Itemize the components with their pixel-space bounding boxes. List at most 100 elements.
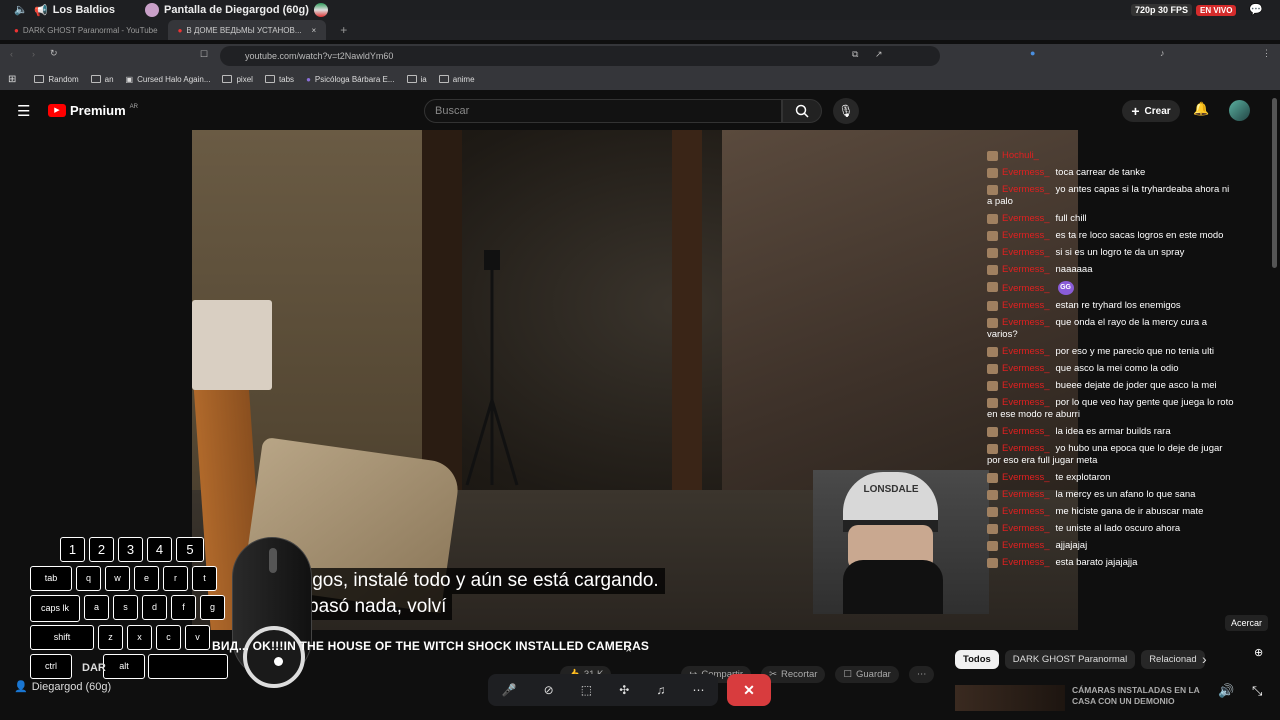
more-icon[interactable]: ⋯ (692, 683, 704, 697)
avatar[interactable] (1229, 100, 1250, 121)
search-button[interactable] (782, 99, 822, 123)
user-badge-icon (987, 524, 998, 534)
chat-bubble-icon[interactable]: 💬 (1249, 3, 1263, 16)
close-icon[interactable]: × (312, 26, 317, 35)
chat-username[interactable]: Evermess_ (1002, 523, 1050, 534)
chat-username[interactable]: Evermess_ (1002, 230, 1050, 241)
chat-username[interactable]: Evermess_ (1002, 506, 1050, 517)
chat-username[interactable]: Evermess_ (1002, 363, 1050, 374)
bookmark-psicologa[interactable]: ● Psicóloga Bárbara E... (306, 75, 394, 84)
create-button[interactable]: + Crear (1122, 100, 1180, 122)
bookmark-ia[interactable]: ia (406, 75, 427, 84)
chip-related[interactable]: Relacionad (1141, 650, 1205, 669)
menu-icon[interactable]: ⋮ (1262, 48, 1271, 59)
chat-username[interactable]: Evermess_ (1002, 380, 1050, 391)
screen-share-icon[interactable]: ⬚ (581, 683, 592, 697)
megaphone-icon: 📢 (34, 4, 48, 17)
chat-text: esta barato jajajajja (1055, 557, 1138, 568)
chat-username[interactable]: Evermess_ (1002, 167, 1050, 178)
browser-tabs: ● DARK GHOST Paranormal - YouTube ● В ДОМЕ… (0, 20, 1280, 40)
open-external-icon[interactable]: ⧉ (852, 49, 858, 60)
video-title: ВИД... OK!!!IN THE HOUSE OF THE WITCH SH… (212, 639, 650, 653)
related-video-title: CÁMARAS INSTALADAS EN LA CASA CON UN DEM… (1072, 685, 1200, 706)
key-tab: tab (30, 566, 72, 591)
chat-username[interactable]: Evermess_ (1002, 184, 1050, 195)
speaker-icon[interactable]: 🔈 (14, 3, 28, 16)
voice-search-button[interactable]: 🎙 (833, 98, 859, 124)
soundboard-icon[interactable]: ♫ (656, 683, 665, 697)
chat-text: toca carrear de tanke (1055, 167, 1146, 178)
bookmark-tabs[interactable]: tabs (264, 75, 294, 84)
chat-username[interactable]: Evermess_ (1002, 317, 1050, 328)
chevron-up-icon[interactable]: ⌃ (624, 647, 633, 660)
hamburger-menu-icon[interactable]: ☰ (17, 102, 30, 120)
key-q: q (76, 566, 101, 591)
bookmark-pixel[interactable]: pixel (222, 75, 253, 84)
search-input[interactable]: Buscar (424, 99, 782, 123)
chat-username[interactable]: Evermess_ (1002, 557, 1050, 568)
save-button[interactable]: ☐ Guardar (835, 666, 899, 683)
fullscreen-icon[interactable]: ⤡ (1252, 683, 1262, 699)
key-g: g (200, 595, 225, 620)
notifications-bell-icon[interactable]: 🔔 (1193, 101, 1209, 117)
bookmark-an[interactable]: an (90, 75, 114, 84)
scrollbar[interactable] (1272, 98, 1277, 268)
reload-icon[interactable]: ↻ (50, 48, 58, 59)
zoom-icon[interactable]: ⊕ (1254, 646, 1263, 659)
chip-all[interactable]: Todos (955, 650, 999, 669)
bookmark-cursed-halo[interactable]: ▣ Cursed Halo Again... (126, 75, 211, 84)
chat-username[interactable]: Evermess_ (1002, 443, 1050, 454)
user-badge-icon (987, 282, 998, 292)
end-call-button[interactable]: ✕ (727, 674, 771, 706)
music-icon[interactable]: ♪ (1160, 48, 1165, 58)
chat-message: Evermess_ bueee dejate de joder que asco … (984, 380, 1234, 392)
related-video[interactable]: CÁMARAS INSTALADAS EN LA CASA CON UN DEM… (955, 683, 1215, 713)
chat-message: Hochuli_ (984, 150, 1234, 162)
user-badge-icon (987, 364, 998, 374)
forward-icon[interactable]: › (32, 49, 35, 59)
tab-witch-house[interactable]: ● В ДОМЕ ВЕДЬМЫ УСТАНОВ... × (167, 20, 327, 40)
url-field[interactable]: youtube.com/watch?v=t2NawldYm60 (220, 46, 940, 66)
chevron-right-icon[interactable]: › (1202, 651, 1207, 667)
activities-icon[interactable]: ✣ (619, 683, 629, 697)
chat-username[interactable]: Evermess_ (1002, 426, 1050, 437)
microphone-icon[interactable]: 🎤 (502, 683, 517, 697)
chat-text: te explotaron (1055, 472, 1111, 483)
new-tab-icon[interactable]: + (340, 23, 347, 37)
extension-icon[interactable]: ● (1030, 48, 1035, 58)
chat-text: te uniste al lado oscuro ahora (1055, 523, 1181, 534)
share-icon[interactable]: ↗ (875, 49, 883, 60)
chat-username[interactable]: Evermess_ (1002, 489, 1050, 500)
apps-icon[interactable]: ⊞ (8, 74, 16, 85)
chat-username[interactable]: Evermess_ (1002, 300, 1050, 311)
folder-icon (222, 75, 233, 83)
chat-username[interactable]: Evermess_ (1002, 472, 1050, 483)
chat-username[interactable]: Evermess_ (1002, 247, 1050, 258)
chat-message: Evermess_ si si es un logro te da un spra… (984, 247, 1234, 259)
chat-username[interactable]: Evermess_ (1002, 283, 1050, 294)
chat-username[interactable]: Hochuli_ (1002, 150, 1039, 161)
bookmark-random[interactable]: Random (34, 75, 79, 84)
chat-text: estan re tryhard los enemigos (1055, 300, 1181, 311)
bookmark-anime[interactable]: anime (438, 75, 475, 84)
volume-icon[interactable]: 🔊 (1218, 683, 1234, 699)
chat-username[interactable]: Evermess_ (1002, 540, 1050, 551)
more-icon: ⋯ (916, 669, 927, 680)
user-icon: 👤 (14, 681, 28, 693)
chat-username[interactable]: Evermess_ (1002, 213, 1050, 224)
chat-username[interactable]: Evermess_ (1002, 264, 1050, 275)
back-icon[interactable]: ‹ (10, 49, 13, 59)
chat-username[interactable]: Evermess_ (1002, 346, 1050, 357)
tab-dark-ghost[interactable]: ● DARK GHOST Paranormal - YouTube (4, 20, 168, 40)
youtube-logo[interactable]: ▶ Premium AR (48, 103, 138, 118)
channel-name[interactable]: DAR (82, 662, 106, 674)
chip-channel[interactable]: DARK GHOST Paranormal (1004, 650, 1136, 669)
key-a: a (84, 595, 109, 620)
chat-username[interactable]: Evermess_ (1002, 397, 1050, 408)
more-button[interactable]: ⋯ (908, 666, 935, 683)
bookmark-icon[interactable]: ☐ (200, 49, 208, 60)
bookmarks-bar: ⊞ Random an ▣ Cursed Halo Again... pixel … (0, 68, 1280, 90)
voice-channel[interactable]: 📢 Los Baldios (34, 4, 115, 17)
camera-off-icon[interactable]: ⊘ (544, 683, 554, 697)
key-e: e (134, 566, 159, 591)
